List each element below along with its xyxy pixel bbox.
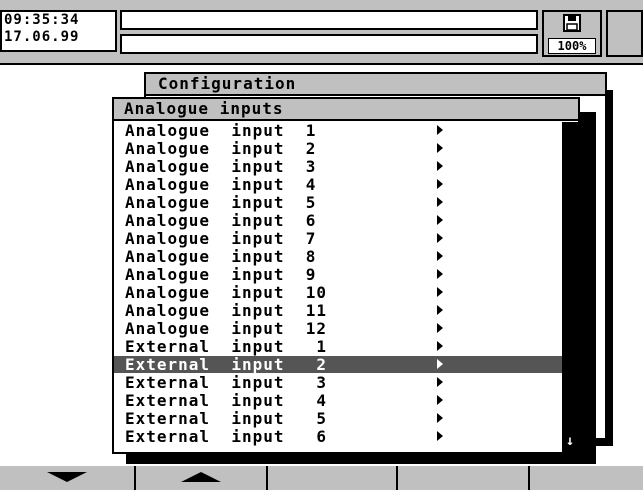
clock-panel: 09:35:34 17.06.99 xyxy=(0,10,117,52)
list-item[interactable]: External input 6 xyxy=(114,428,562,445)
submenu-arrow-icon xyxy=(437,143,443,153)
list-item-label: Analogue input 5 xyxy=(125,193,317,212)
submenu-arrow-icon xyxy=(437,269,443,279)
list-item[interactable]: External input 3 xyxy=(114,374,562,391)
list-item[interactable]: External input 1 xyxy=(114,338,562,355)
list-item-label: Analogue input 12 xyxy=(125,319,328,338)
fkey-3[interactable] xyxy=(268,466,398,490)
chevron-down-icon xyxy=(47,472,87,482)
list-item[interactable]: External input 4 xyxy=(114,392,562,409)
list-item-label: Analogue input 3 xyxy=(125,157,317,176)
list-item-label: External input 2 xyxy=(125,355,328,374)
list-item[interactable]: Analogue input 4 xyxy=(114,176,562,193)
submenu-arrow-icon xyxy=(437,395,443,405)
list-item-label: Analogue input 11 xyxy=(125,301,328,320)
submenu-arrow-icon xyxy=(437,287,443,297)
submenu-arrow-icon xyxy=(437,377,443,387)
floppy-disk-icon xyxy=(563,14,581,32)
list-item-label: Analogue input 6 xyxy=(125,211,317,230)
list-item-label: Analogue input 4 xyxy=(125,175,317,194)
chevron-up-icon xyxy=(181,472,221,482)
input-list: Analogue input 1 Analogue input 2 Analogue… xyxy=(114,122,562,450)
fkey-5[interactable] xyxy=(530,466,643,490)
list-item[interactable]: Analogue input 3 xyxy=(114,158,562,175)
list-item[interactable]: Analogue input 8 xyxy=(114,248,562,265)
fkey-scroll-down[interactable] xyxy=(0,466,136,490)
submenu-arrow-icon xyxy=(437,125,443,135)
list-item-label: Analogue input 8 xyxy=(125,247,317,266)
submenu-arrow-icon xyxy=(437,413,443,423)
submenu-arrow-icon xyxy=(437,341,443,351)
submenu-arrow-icon xyxy=(437,233,443,243)
status-bar-bottom xyxy=(120,34,538,54)
list-item[interactable]: Analogue input 12 xyxy=(114,320,562,337)
list-item-label: External input 5 xyxy=(125,409,328,428)
list-item-label: Analogue input 10 xyxy=(125,283,328,302)
clock-date: 17.06.99 xyxy=(4,29,80,45)
list-item-label: External input 4 xyxy=(125,391,328,410)
list-item-label: External input 1 xyxy=(125,337,328,356)
list-item[interactable]: Analogue input 1 xyxy=(114,122,562,139)
list-item[interactable]: Analogue input 10 xyxy=(114,284,562,301)
submenu-arrow-icon xyxy=(437,323,443,333)
submenu-arrow-icon xyxy=(437,305,443,315)
list-item-label: Analogue input 9 xyxy=(125,265,317,284)
list-item-label: Analogue input 7 xyxy=(125,229,317,248)
fkey-scroll-up[interactable] xyxy=(136,466,268,490)
scrollbar[interactable] xyxy=(562,122,578,452)
list-item-label: Analogue input 2 xyxy=(125,139,317,158)
submenu-arrow-icon xyxy=(437,215,443,225)
submenu-arrow-icon xyxy=(437,161,443,171)
status-bar-top xyxy=(120,10,538,30)
submenu-arrow-icon xyxy=(437,251,443,261)
list-item[interactable]: Analogue input 7 xyxy=(114,230,562,247)
clock-time: 09:35:34 xyxy=(4,12,80,28)
zoom-level: 100% xyxy=(548,38,596,54)
config-window-title: Configuration xyxy=(144,72,607,96)
list-item[interactable]: Analogue input 9 xyxy=(114,266,562,283)
list-item-label: External input 6 xyxy=(125,427,328,446)
list-item[interactable]: Analogue input 11 xyxy=(114,302,562,319)
list-item-label: External input 3 xyxy=(125,373,328,392)
list-item[interactable]: External input 5 xyxy=(114,410,562,427)
submenu-arrow-icon xyxy=(437,359,443,369)
scroll-down-icon[interactable]: ↓ xyxy=(562,432,578,450)
submenu-arrow-icon xyxy=(437,197,443,207)
status-right-panel xyxy=(606,10,643,57)
submenu-arrow-icon xyxy=(437,179,443,189)
list-item-label: Analogue input 1 xyxy=(125,121,317,140)
list-item[interactable]: Analogue input 6 xyxy=(114,212,562,229)
submenu-arrow-icon xyxy=(437,431,443,441)
list-item[interactable]: Analogue input 2 xyxy=(114,140,562,157)
list-item[interactable]: Analogue input 5 xyxy=(114,194,562,211)
fkey-4[interactable] xyxy=(398,466,530,490)
list-item-selected[interactable]: External input 2 xyxy=(114,356,562,373)
analogue-inputs-title: Analogue inputs xyxy=(112,97,580,121)
